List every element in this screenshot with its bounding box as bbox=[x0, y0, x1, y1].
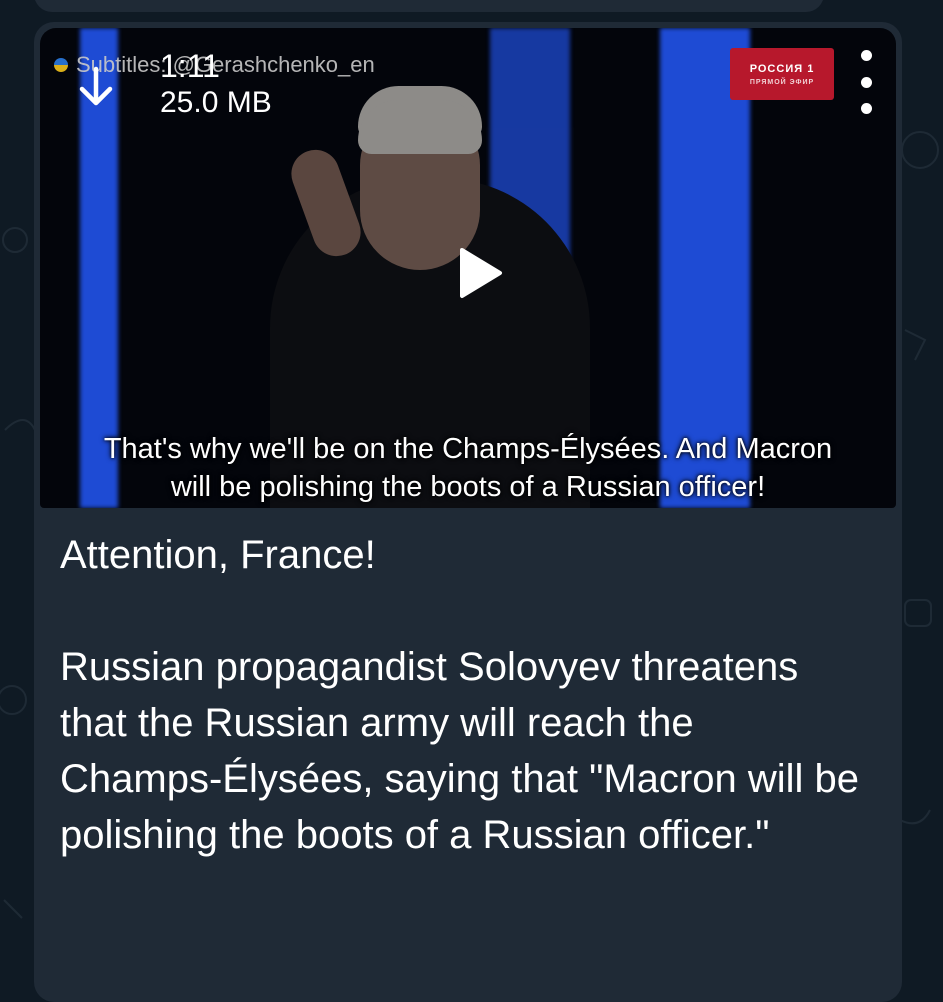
message-caption: Attention, France! Russian propagandist … bbox=[60, 533, 859, 857]
download-button[interactable] bbox=[70, 58, 122, 118]
message-bubble: Subtitles: @Gerashchenko_en РОССИЯ 1 ПРЯ… bbox=[34, 22, 902, 1002]
subtitle-line-2: will be polishing the boots of a Russian… bbox=[170, 471, 766, 503]
channel-logo-text: РОССИЯ 1 bbox=[749, 62, 815, 75]
video-subtitle: That's why we'll be on the Champs-Élysée… bbox=[40, 430, 896, 506]
more-vertical-icon-dot bbox=[860, 76, 872, 88]
ukraine-flag-icon bbox=[54, 58, 68, 72]
video-meta: 1:11 25.0 MB bbox=[160, 48, 272, 122]
video-file-size: 25.0 MB bbox=[160, 86, 272, 119]
video-player[interactable]: Subtitles: @Gerashchenko_en РОССИЯ 1 ПРЯ… bbox=[40, 28, 896, 508]
play-icon bbox=[460, 248, 502, 298]
previous-message-bubble bbox=[34, 0, 824, 12]
play-button[interactable] bbox=[451, 245, 507, 301]
more-vertical-icon-dot bbox=[860, 103, 872, 114]
more-options-button[interactable] bbox=[856, 50, 876, 114]
channel-logo: РОССИЯ 1 ПРЯМОЙ ЭФИР bbox=[730, 48, 834, 100]
subtitle-line-1: That's why we'll be on the Champs-Élysée… bbox=[103, 433, 833, 465]
download-arrow-icon bbox=[79, 66, 113, 106]
video-person-hair-top bbox=[358, 100, 482, 154]
channel-logo-subtext: ПРЯМОЙ ЭФИР bbox=[749, 78, 815, 86]
more-vertical-icon-dot bbox=[860, 50, 872, 61]
video-duration: 1:11 bbox=[160, 48, 220, 84]
